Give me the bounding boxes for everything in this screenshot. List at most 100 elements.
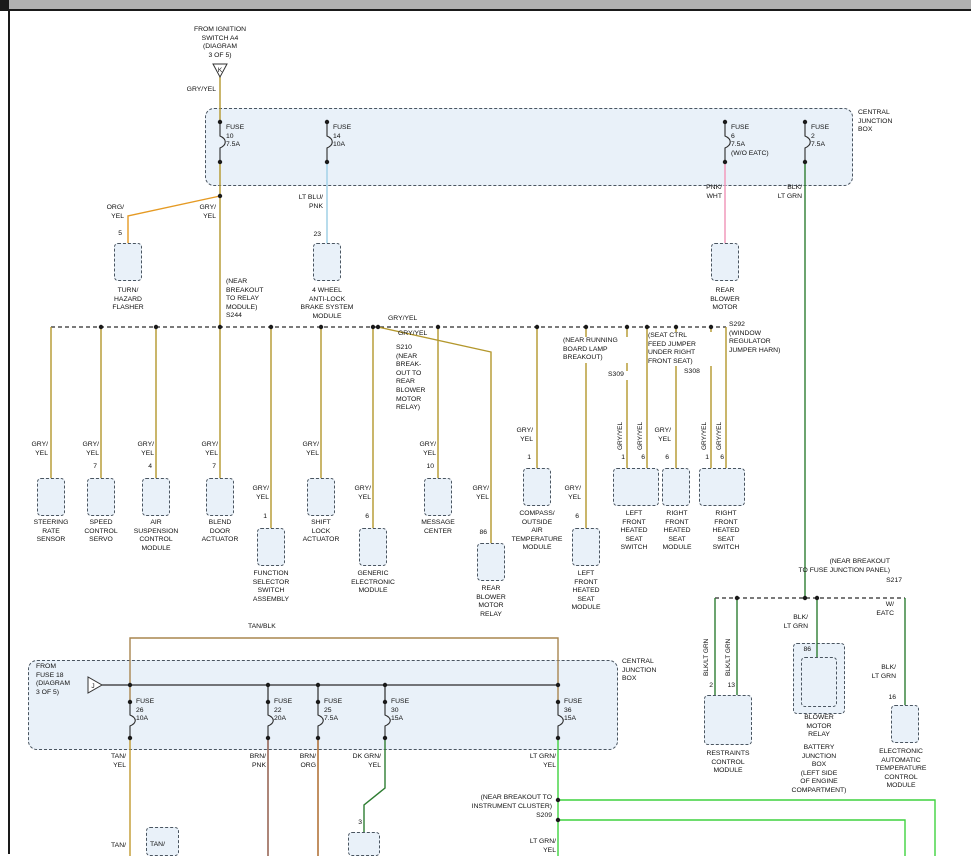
splice-location-s309: (NEAR RUNNING BOARD LAMP BREAKOUT) [563,337,635,363]
component-label-lf-seat-module: LEFT FRONT HEATED SEAT MODULE [558,570,614,613]
splice-location-s209: (NEAR BREAKOUT TO INSTRUMENT CLUSTER) [448,794,552,811]
pin-label-10-msg: 10 [414,463,434,472]
wire-label-gry-yel-lfmod: GRY/ YEL [551,485,581,502]
fuse10-label: FUSE 10 7.5A [226,124,256,150]
frame-vertical-line [8,9,10,854]
tan-blk-jumper [130,638,558,702]
fuse26-symbol [130,702,135,738]
wire-label-gry-yel-rfmod: GRY/ YEL [641,427,671,444]
lt-grn-yel-branch-1 [558,800,935,856]
splice-label-s244: (NEAR BREAKOUT TO RELAY MODULE) S244 [226,278,274,321]
wire-label-dk-grn-yel: DK GRN/ YEL [337,753,381,770]
component-label-abs-module: 4 WHEEL ANTI-LOCK BRAKE SYSTEM MODULE [293,287,361,321]
window-frame-top [0,0,971,9]
fuse22-symbol [268,702,273,738]
component-label-restraints: RESTRAINTS CONTROL MODULE [696,750,760,776]
wire-label-gry-yel-lfsw1: GRY/YEL [617,392,627,450]
wire-label-gry-yel-compass: GRY/ YEL [503,427,533,444]
component-label-compass-oat: COMPASS/ OUTSIDE AIR TEMPERATURE MODULE [505,510,569,553]
wire-label-brn-pnk: BRN/ PNK [234,753,266,770]
component-label-blower-motor-relay: BLOWER MOTOR RELAY [789,714,849,740]
wire-label-lt-blu-pnk: LT BLU/ PNK [289,194,323,211]
triangle-j-letter: J [91,683,94,690]
wire-label-blk-lt-grn-fuse2: BLK/ LT GRN [766,184,802,201]
splice-label-s308: S308 [684,368,710,377]
fuse25-label: FUSE 25 7.5A [324,698,354,724]
frame-corner [0,0,9,9]
wire-label-blk-lt-grn-restraints2: BLK/LT GRN [703,616,713,676]
pin-label-6-lfsw: 6 [633,454,645,463]
pin-label-13-restraints: 13 [719,682,735,691]
wire-label-lt-grn-yel-bottom: LT GRN/ YEL [512,838,556,855]
pin-label-6-rfsw: 6 [712,454,724,463]
wire-label-blk-lt-grn-eatc: BLK/ LT GRN [858,664,896,681]
wire-label-w-eatc: W/ EATC [856,601,894,618]
wire-label-gry-yel-air: GRY/ YEL [124,441,154,458]
pin-label-2-restraints: 2 [699,682,713,691]
pin-label-3: 3 [350,819,362,828]
connector-triangles [88,64,227,693]
wire-label-gry-yel-shift: GRY/ YEL [289,441,319,458]
wire-label-gry-yel-blend: GRY/ YEL [188,441,218,458]
pin-label-4-air: 4 [136,463,152,472]
pin-label-5: 5 [104,230,122,239]
component-label-blend-door: BLEND DOOR ACTUATOR [192,519,248,545]
component-label-speed-control-servo: SPEED CONTROL SERVO [73,519,129,545]
wire-label-org-yel: ORG/ YEL [94,204,124,221]
fuse10-symbol [220,122,225,162]
splice-location-s308: (SEAT CTRL FEED JUMPER UNDER RIGHT FRONT… [648,332,712,366]
fuse2-label: FUSE 2 7.5A [811,124,841,150]
branch-s210-relay [378,327,491,543]
frame-horizontal-line [0,9,971,11]
fuse6-symbol [725,122,730,162]
wiring-diagram-page: { "t": { "from_ignition": "FROM IGNITION… [0,0,971,856]
component-label-turn-hazard-flasher: TURN/ HAZARD FLASHER [100,287,156,313]
pin-label-1-lfsw: 1 [613,454,625,463]
fuse30-label: FUSE 30 15A [391,698,421,724]
lt-grn-yel-branch-2 [558,820,905,856]
wire-label-blk-lt-grn-restraints13: BLK/LT GRN [725,616,735,676]
pin-label-6-rfmod: 6 [653,454,669,463]
pin-label-7-speed: 7 [81,463,97,472]
fuse36-label: FUSE 36 15A [564,698,594,724]
pin-label-1-rfsw: 1 [697,454,709,463]
wire-label-gry-yel-branch: GRY/YEL [398,330,434,339]
wire-label-gry-yel-rfsw6: GRY/YEL [716,392,726,450]
splice-label-s210: S210 (NEAR BREAK- OUT TO REAR BLOWER MOT… [396,344,434,413]
blk-lt-grn-wires [715,162,905,705]
fuse2-symbol [805,122,810,162]
fuse36-symbol [558,702,563,738]
source-ignition-label: FROM IGNITION SWITCH A4 (DIAGRAM 3 OF 5) [175,26,265,60]
wire-label-gry-yel-gem: GRY/ YEL [341,485,371,502]
wire-label-brn-org: BRN/ ORG [284,753,316,770]
wire-label-gry-yel-relay: GRY/ YEL [459,485,489,502]
component-label-function-selector: FUNCTION SELECTOR SWITCH ASSEMBLY [243,570,299,604]
component-label-steering-rate-sensor: STEERING RATE SENSOR [23,519,79,545]
tan-blk-wire [130,638,558,702]
component-label-air-suspension: AIR SUSPENSION CONTROL MODULE [126,519,186,553]
source-fuse18-label: FROM FUSE 18 (DIAGRAM 3 OF 5) [36,663,82,697]
fuse26-label: FUSE 26 10A [136,698,166,724]
splice-label-s217: S217 [862,577,902,586]
component-label-lf-seat-switch: LEFT FRONT HEATED SEAT SWITCH [612,510,656,553]
pin-label-23: 23 [303,231,321,240]
fuse14-symbol [327,122,332,162]
pin-label-86-relay: 86 [469,529,487,538]
triangle-j [88,677,102,693]
wire-label-pnk-wht: PNK/ WHT [690,184,722,201]
splice-label-s292: S292 (WINDOW REGULATOR JUMPER HARN) [729,321,793,355]
cjb2-label: CENTRAL JUNCTION BOX [622,658,670,684]
pin-label-1-compass: 1 [515,454,531,463]
fuse22-label: FUSE 22 20A [274,698,304,724]
fuse14-label: FUSE 14 10A [333,124,363,150]
wire-label-gry-yel-funcsel: GRY/ YEL [239,485,269,502]
component-label-eatc: ELECTRONIC AUTOMATIC TEMPERATURE CONTROL… [865,748,937,791]
fuse25-symbol [318,702,323,738]
fuse30-symbol [385,702,390,738]
wire-label-tan-blk: TAN/BLK [248,623,290,632]
component-label-shift-lock: SHIFT LOCK ACTUATOR [293,519,349,545]
splice-label-s309: S309 [608,371,636,380]
component-label-rf-seat-switch: RIGHT FRONT HEATED SEAT SWITCH [704,510,748,553]
wire-label-tan-bottom-2: TAN/ [150,841,178,850]
component-label-gem: GENERIC ELECTRONIC MODULE [345,570,401,596]
